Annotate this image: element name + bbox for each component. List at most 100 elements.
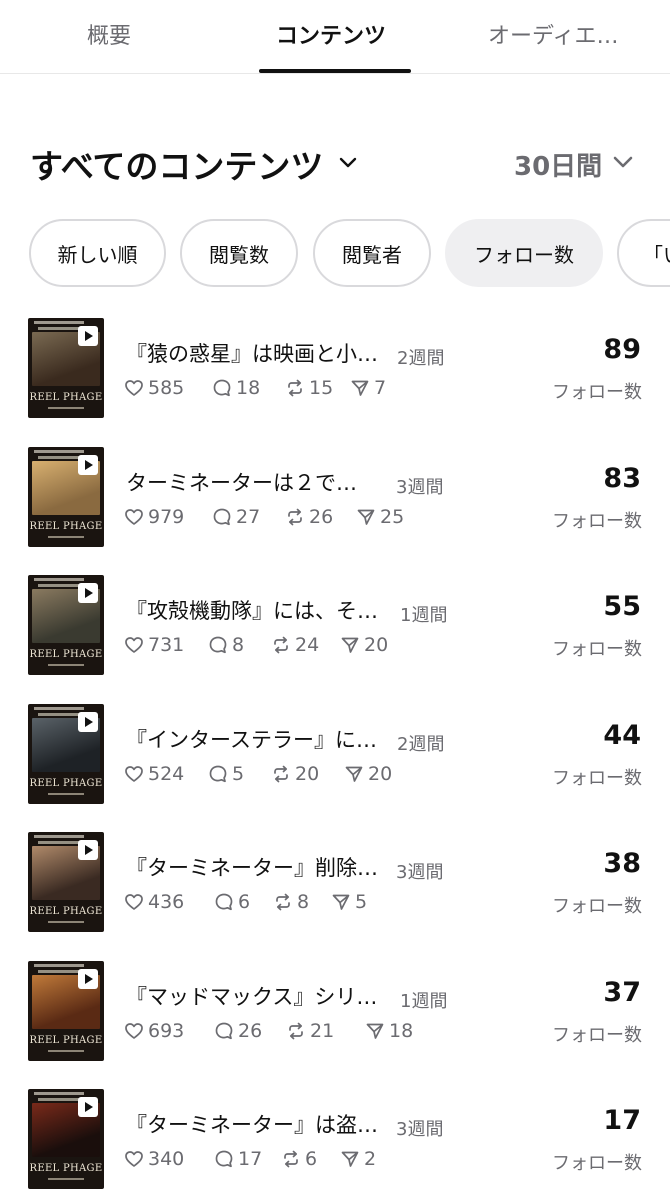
follow-count-label: フォロー数 [552, 382, 642, 403]
follow-count-label: フォロー数 [552, 1025, 642, 1046]
post-row[interactable]: REEL PHAGE 『ターミネーター』削除… 3週間 436 6 8 5 38… [0, 832, 670, 960]
post-age: 1週間 [400, 991, 448, 1012]
thumbnail-caption-line [38, 584, 80, 587]
follow-count: 38 [603, 848, 641, 879]
heart-icon [125, 1151, 143, 1167]
period-selector[interactable]: 30日間 [514, 146, 602, 183]
post-age: 3週間 [396, 1119, 444, 1140]
tab-content[interactable]: コンテンツ [276, 18, 386, 50]
repost-icon [284, 1150, 298, 1168]
post-title[interactable]: 『攻殻機動隊』には、そ… [126, 595, 386, 625]
tab-overview[interactable]: 概要 [87, 18, 131, 50]
play-icon [78, 326, 98, 346]
heart-icon [125, 637, 143, 653]
active-tab-indicator [259, 69, 411, 73]
post-thumbnail[interactable]: REEL PHAGE [28, 447, 104, 547]
share-send-icon [341, 637, 359, 653]
heart-icon [125, 766, 143, 782]
share-send-icon [341, 1151, 359, 1167]
shares-stat: 7 [350, 376, 386, 400]
chip-views[interactable]: 閲覧数 [180, 219, 298, 287]
post-row[interactable]: REEL PHAGE 『攻殻機動隊』には、そ… 1週間 731 8 24 20 … [0, 575, 670, 703]
post-thumbnail[interactable]: REEL PHAGE [28, 832, 104, 932]
replies-count: 26 [238, 1020, 263, 1042]
repost-icon [274, 765, 288, 783]
tab-audience[interactable]: オーディエ… [488, 18, 618, 50]
thumbnail-caption-line [34, 835, 84, 838]
likes-count: 340 [148, 1148, 185, 1170]
likes-count: 436 [148, 891, 185, 913]
post-title[interactable]: 『ターミネーター』は盗… [126, 1109, 386, 1139]
reposts-count: 6 [305, 1148, 318, 1170]
shares-stat: 2 [340, 1147, 376, 1171]
follow-count-label: フォロー数 [552, 896, 642, 917]
post-age: 3週間 [396, 477, 444, 498]
post-age: 2週間 [397, 348, 445, 369]
share-send-icon [351, 380, 369, 396]
post-row[interactable]: REEL PHAGE ターミネーターは２で… 3週間 979 27 26 25 … [0, 447, 670, 575]
replies-stat: 5 [208, 762, 244, 786]
shares-stat: 25 [356, 505, 404, 529]
thumbnail-caption-line [38, 327, 80, 330]
post-title[interactable]: 『ターミネーター』削除… [126, 852, 386, 882]
post-title[interactable]: 『インターステラー』に… [126, 724, 386, 754]
post-age: 1週間 [400, 605, 448, 626]
likes-stat: 979 [124, 505, 184, 529]
replies-stat: 18 [212, 376, 260, 400]
thumbnail-brand: REEL PHAGE [29, 521, 103, 532]
post-title[interactable]: 『猿の惑星』は映画と小… [126, 338, 386, 368]
shares-count: 2 [364, 1148, 377, 1170]
replies-stat: 17 [214, 1147, 262, 1171]
post-row[interactable]: REEL PHAGE 『マッドマックス』シリ… 1週間 693 26 21 18… [0, 961, 670, 1089]
heart-icon [125, 380, 143, 396]
reply-bubble-icon [209, 636, 227, 654]
post-thumbnail[interactable]: REEL PHAGE [28, 704, 104, 804]
reposts-count: 8 [297, 891, 310, 913]
chip-newest[interactable]: 新しい順 [29, 219, 166, 287]
shares-count: 7 [374, 377, 387, 399]
follow-count: 37 [603, 977, 641, 1008]
post-thumbnail[interactable]: REEL PHAGE [28, 961, 104, 1061]
shares-count: 18 [389, 1020, 414, 1042]
heart-icon [125, 1023, 143, 1039]
post-age: 2週間 [397, 734, 445, 755]
play-icon [78, 712, 98, 732]
post-title[interactable]: ターミネーターは２で… [126, 467, 386, 497]
thumbnail-caption-line [34, 578, 84, 581]
reposts-stat: 6 [281, 1147, 317, 1171]
reposts-stat: 21 [286, 1019, 334, 1043]
post-title[interactable]: 『マッドマックス』シリ… [126, 981, 386, 1011]
chip-follows[interactable]: フォロー数 [445, 219, 603, 287]
thumbnail-caption-line [34, 964, 84, 967]
post-row[interactable]: REEL PHAGE 『インターステラー』に… 2週間 524 5 20 20 … [0, 704, 670, 832]
heart-icon [125, 894, 143, 910]
post-row[interactable]: REEL PHAGE 『ターミネーター』は盗… 3週間 340 17 6 2 1… [0, 1089, 670, 1200]
thumbnail-tagline-line [48, 664, 84, 666]
repost-icon [274, 636, 288, 654]
post-thumbnail[interactable]: REEL PHAGE [28, 1089, 104, 1189]
play-icon [78, 969, 98, 989]
reposts-stat: 8 [273, 890, 309, 914]
content-filter-title[interactable]: すべてのコンテンツ [30, 140, 323, 188]
chip-viewers[interactable]: 閲覧者 [313, 219, 431, 287]
post-thumbnail[interactable]: REEL PHAGE [28, 318, 104, 418]
repost-icon [288, 379, 302, 397]
play-icon [78, 455, 98, 475]
shares-count: 25 [380, 506, 405, 528]
repost-icon [289, 1022, 303, 1040]
chevron-down-icon[interactable] [612, 152, 634, 172]
replies-stat: 26 [214, 1019, 262, 1043]
repost-icon [276, 893, 290, 911]
likes-count: 979 [148, 506, 185, 528]
chip-likes[interactable]: 「い [617, 219, 670, 287]
reposts-stat: 20 [271, 762, 319, 786]
share-send-icon [332, 894, 350, 910]
likes-count: 524 [148, 763, 185, 785]
post-row[interactable]: REEL PHAGE 『猿の惑星』は映画と小… 2週間 585 18 15 7 … [0, 318, 670, 446]
likes-count: 731 [148, 634, 185, 656]
chevron-down-icon[interactable] [338, 152, 358, 172]
thumbnail-brand: REEL PHAGE [29, 1035, 103, 1046]
likes-stat: 585 [124, 376, 184, 400]
post-age: 3週間 [396, 862, 444, 883]
post-thumbnail[interactable]: REEL PHAGE [28, 575, 104, 675]
